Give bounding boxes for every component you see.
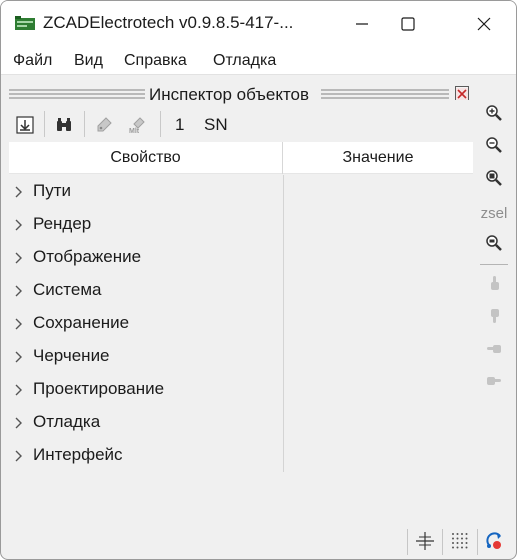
- pan-left-button[interactable]: [482, 337, 506, 361]
- panel-grip-right[interactable]: [321, 89, 449, 99]
- grid-row[interactable]: Черчение: [9, 340, 283, 373]
- grid-row-label: Проектирование: [33, 379, 165, 398]
- grid-row[interactable]: Отладка: [9, 406, 283, 439]
- close-icon: [477, 17, 491, 31]
- inspector-toolbar: Mlt 1 SN: [9, 111, 473, 139]
- grid-row-label: Рендер: [33, 214, 92, 233]
- chevron-right-icon[interactable]: [14, 285, 24, 297]
- status-separator: [442, 529, 443, 555]
- panel-close-button[interactable]: [455, 86, 469, 100]
- grid-row-label: Сохранение: [33, 313, 130, 332]
- grid-row-label: Пути: [33, 181, 72, 200]
- column-header-value[interactable]: Значение: [283, 142, 473, 174]
- ortho-rotate-icon: [486, 532, 501, 549]
- pointing-hand-left-icon: [487, 345, 501, 353]
- zoom-selection-icon: [486, 235, 502, 251]
- mode-sn-toggle[interactable]: SN: [204, 115, 228, 135]
- toolbar-separator: [160, 111, 161, 137]
- app-window: ZCADElectrotech v0.9.8.5-417-... Файл Ви…: [0, 0, 517, 560]
- chevron-right-icon[interactable]: [14, 417, 24, 429]
- toolbar-separator: [44, 111, 45, 137]
- binoculars-icon: [57, 118, 71, 131]
- object-inspector-header[interactable]: Инспектор объектов: [9, 85, 471, 105]
- window-title: ZCADElectrotech v0.9.8.5-417-...: [43, 13, 294, 32]
- grid-row[interactable]: Сохранение: [9, 307, 283, 340]
- grid-row[interactable]: Проектирование: [9, 373, 283, 406]
- minimize-button[interactable]: [339, 1, 385, 47]
- app-logo-icon: [15, 16, 35, 30]
- zsel-button[interactable]: zsel: [479, 205, 509, 222]
- zoom-out-icon: [486, 137, 502, 153]
- grid-row[interactable]: Пути: [9, 175, 283, 208]
- panel-title: Инспектор объектов: [146, 85, 313, 105]
- pointing-hand-down-icon: [491, 309, 499, 323]
- svg-text:Mlt: Mlt: [129, 128, 140, 134]
- snap-toggle[interactable]: [413, 529, 437, 553]
- grid-row-label: Отладка: [33, 412, 101, 431]
- menu-bar: Файл Вид Справка Отладка: [1, 47, 516, 75]
- column-header-property[interactable]: Свойство: [9, 142, 282, 174]
- ortho-toggle[interactable]: [483, 529, 507, 553]
- grid-row[interactable]: Система: [9, 274, 283, 307]
- property-grid: Свойство Значение Пути Рендер Отображение С…: [9, 142, 473, 472]
- object-count: 1: [175, 115, 185, 134]
- grid-row[interactable]: Интерфейс: [9, 439, 283, 472]
- zoom-in-icon: [486, 105, 502, 121]
- menu-view[interactable]: Вид: [74, 52, 103, 70]
- menu-debug[interactable]: Отладка: [213, 52, 276, 70]
- menu-file[interactable]: Файл: [13, 52, 52, 70]
- measure-tag-icon: Mlt: [129, 117, 145, 134]
- snap-crosshair-icon: [416, 532, 434, 550]
- zoom-in-button[interactable]: [482, 101, 506, 125]
- chevron-right-icon[interactable]: [14, 351, 24, 363]
- status-separator: [477, 529, 478, 555]
- measure-tag-button[interactable]: Mlt: [126, 113, 150, 137]
- grid-row[interactable]: Рендер: [9, 208, 283, 241]
- zoom-window-button[interactable]: [482, 166, 506, 190]
- close-icon: [456, 88, 468, 100]
- side-separator: [480, 264, 508, 265]
- pointing-hand-up-icon: [491, 276, 499, 290]
- pan-right-button[interactable]: [482, 369, 506, 393]
- chevron-right-icon[interactable]: [14, 450, 24, 462]
- grid-dots-icon: [452, 533, 468, 549]
- grid-toggle[interactable]: [448, 529, 472, 553]
- tag-button[interactable]: [92, 113, 116, 137]
- chevron-right-icon[interactable]: [14, 318, 24, 330]
- panel-grip-left[interactable]: [9, 89, 145, 99]
- anchor-button[interactable]: [13, 113, 37, 137]
- grid-row-label: Отображение: [33, 247, 142, 266]
- zoom-selection-button[interactable]: [482, 231, 506, 255]
- zoom-out-button[interactable]: [482, 133, 506, 157]
- tag-icon: [97, 117, 112, 132]
- chevron-right-icon[interactable]: [14, 186, 24, 198]
- grid-row-label: Черчение: [33, 346, 110, 365]
- pan-up-button[interactable]: [482, 271, 506, 295]
- grid-row[interactable]: Отображение: [9, 241, 283, 274]
- chevron-right-icon[interactable]: [14, 219, 24, 231]
- minimize-icon: [356, 23, 368, 25]
- maximize-button[interactable]: [385, 1, 431, 47]
- status-bar: [1, 523, 516, 559]
- find-button[interactable]: [52, 113, 76, 137]
- side-toolbar: zsel: [479, 99, 509, 399]
- chevron-right-icon[interactable]: [14, 252, 24, 264]
- close-window-button[interactable]: [461, 1, 507, 47]
- column-divider: [283, 175, 284, 472]
- menu-help[interactable]: Справка: [124, 52, 187, 70]
- zoom-window-icon: [486, 170, 502, 186]
- pan-down-button[interactable]: [482, 304, 506, 328]
- chevron-right-icon[interactable]: [14, 384, 24, 396]
- status-separator: [407, 529, 408, 555]
- pointing-hand-right-icon: [487, 377, 501, 385]
- grid-row-label: Интерфейс: [33, 445, 123, 464]
- grid-header: Свойство Значение: [9, 142, 473, 174]
- anchor-icon: [16, 116, 34, 134]
- title-bar[interactable]: ZCADElectrotech v0.9.8.5-417-...: [1, 1, 516, 47]
- toolbar-separator: [84, 111, 85, 137]
- maximize-icon: [401, 17, 415, 31]
- grid-row-label: Система: [33, 280, 102, 299]
